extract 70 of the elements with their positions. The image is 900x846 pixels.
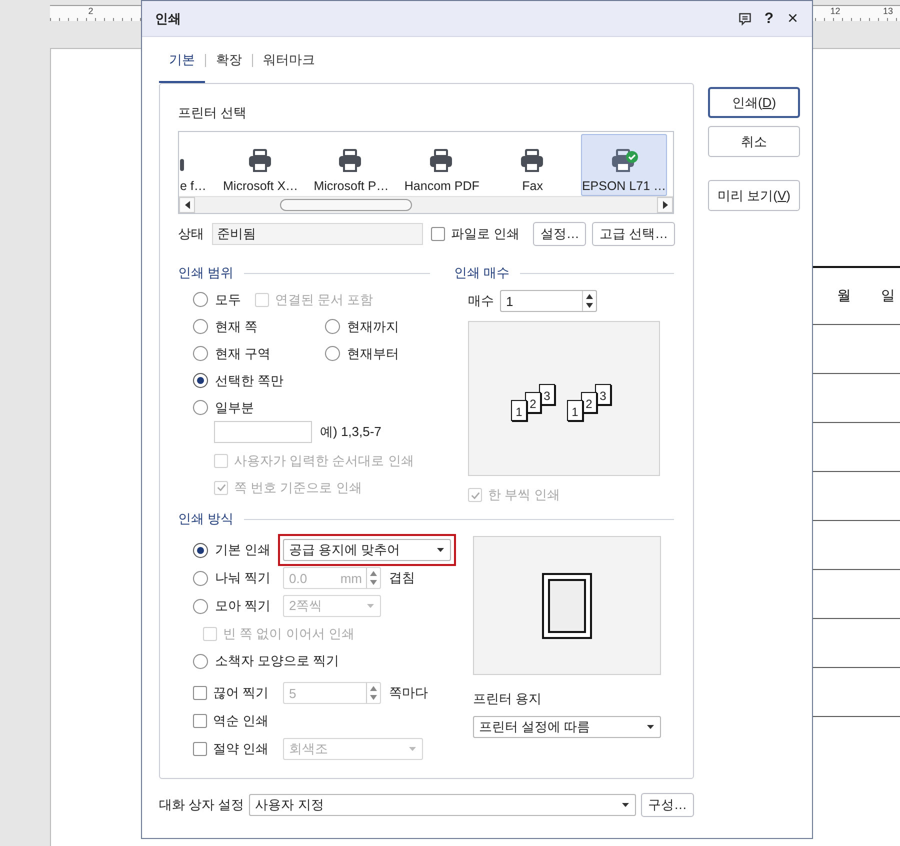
printer-item[interactable]: Microsoft X… [218, 134, 303, 196]
action-button[interactable]: 인쇄(D) [708, 87, 800, 118]
radio-button[interactable] [193, 654, 208, 668]
close-button[interactable]: × [785, 8, 800, 29]
caret-icon [409, 747, 416, 751]
page-range-field[interactable] [214, 421, 312, 443]
dropdown[interactable]: 프린터 설정에 따름 [473, 716, 661, 738]
print-to-file-checkbox[interactable]: 파일로 인쇄 [430, 225, 520, 243]
radio-button[interactable] [325, 346, 340, 361]
radio-label[interactable]: 현재부터 [347, 344, 399, 362]
radio-button[interactable] [193, 400, 208, 415]
caret-icon [437, 548, 444, 552]
dropdown[interactable]: 공급 용지에 맞추어 [283, 539, 451, 561]
settings-button[interactable]: 고급 선택… [592, 222, 675, 246]
printer-item[interactable]: Fax [490, 134, 575, 196]
copies-label: 매수 [468, 292, 494, 310]
radio-label[interactable]: 현재 쪽 [215, 318, 258, 336]
radio-label[interactable]: 소책자 모양으로 찍기 [215, 652, 340, 670]
tab[interactable]: 확장 [206, 37, 252, 83]
suffix-label: 겹침 [389, 569, 415, 587]
printer-item[interactable]: Microsoft P… [308, 134, 394, 196]
tab[interactable]: 워터마크 [253, 37, 325, 83]
ruler-number: 13 [883, 6, 894, 16]
dropdown[interactable]: 사용자 지정 [249, 794, 636, 816]
table-header-cell: 일 [881, 287, 895, 305]
radio-label[interactable]: 모두 [215, 290, 241, 308]
radio-label[interactable]: 현재 구역 [215, 344, 271, 362]
caret-icon [647, 725, 654, 729]
printer-item[interactable]: e f… [179, 134, 210, 196]
printer-item[interactable]: EPSON L71 … [580, 134, 668, 196]
status-field: 준비됨 [212, 223, 423, 245]
radio-button[interactable] [193, 346, 208, 361]
help-button[interactable]: ? [762, 10, 776, 27]
page-layout-drawing [542, 572, 592, 638]
window-title: 인쇄 [155, 10, 181, 28]
radio-button[interactable] [193, 542, 208, 558]
settings-button[interactable]: 설정… [533, 222, 586, 246]
check-icon [216, 482, 226, 493]
horizontal-scrollbar[interactable] [179, 196, 673, 213]
comment-icon[interactable] [738, 12, 752, 26]
radio-button[interactable] [193, 373, 208, 388]
configure-button[interactable]: 구성… [641, 793, 694, 817]
scroll-thumb[interactable] [280, 199, 412, 211]
section-title: 인쇄 방식 [178, 510, 234, 528]
action-button[interactable]: 미리 보기(V) [708, 180, 800, 211]
ruler-number: 12 [830, 6, 840, 16]
ruler-number: 2 [88, 6, 94, 16]
printer-item[interactable]: Hancom PDF [400, 134, 484, 196]
copies-spinner[interactable]: 1 [500, 290, 597, 312]
radio-label[interactable]: 현재까지 [347, 318, 399, 336]
radio-label[interactable]: 선택한 쪽만 [215, 372, 284, 390]
example-text: 예) 1,3,5-7 [320, 423, 382, 441]
radio-button[interactable] [193, 292, 208, 307]
radio-button[interactable] [193, 319, 208, 334]
caret-icon [622, 803, 629, 807]
suffix-label: 쪽마다 [389, 684, 428, 702]
section-title: 인쇄 매수 [454, 264, 510, 282]
table-header-cell: 월 [837, 287, 851, 305]
radio-label[interactable]: 기본 인쇄 [215, 541, 271, 559]
radio-label[interactable]: 일부분 [215, 398, 254, 416]
section-label: 프린터 선택 [178, 104, 248, 122]
action-button[interactable]: 취소 [708, 126, 800, 157]
option-checkbox[interactable]: 역순 인쇄 [193, 712, 275, 730]
status-label: 상태 [178, 225, 204, 243]
check-icon [470, 490, 480, 500]
printer-paper-label: 프린터 용지 [473, 690, 543, 708]
radio-button[interactable] [325, 319, 340, 334]
section-title: 인쇄 범위 [178, 264, 234, 282]
dialog-settings-label: 대화 상자 설정 [159, 796, 244, 814]
caret-icon [367, 604, 374, 608]
